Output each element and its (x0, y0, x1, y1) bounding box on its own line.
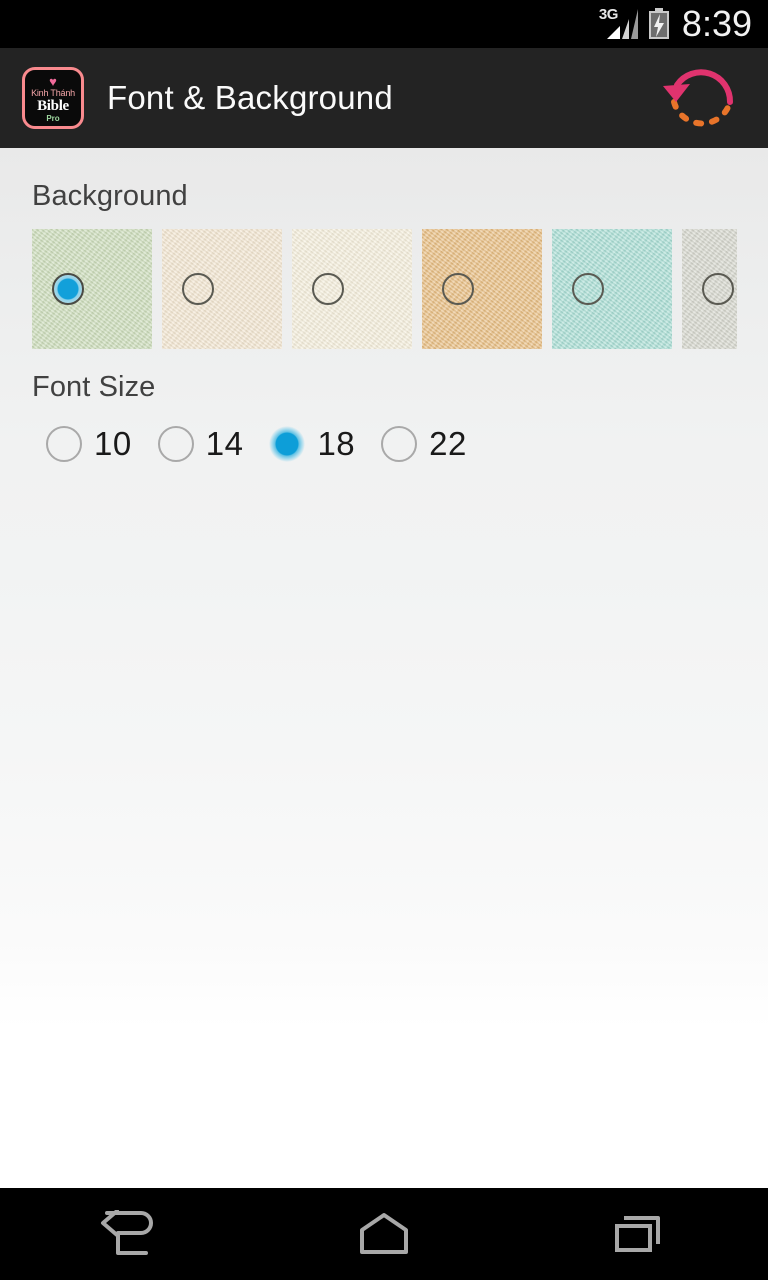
nav-back-button[interactable] (0, 1188, 256, 1280)
swatch-radio-3[interactable] (442, 273, 474, 305)
font-size-option-14[interactable]: 14 (157, 425, 244, 463)
font-size-option-22[interactable]: 22 (381, 425, 467, 463)
background-swatch-row (0, 229, 768, 349)
font-size-label-18: 18 (317, 425, 356, 462)
action-bar: ♥ Kinh Thánh Bible Pro Font & Background (0, 48, 768, 148)
font-size-radio-10[interactable] (46, 426, 82, 462)
reset-defaults-button[interactable] (660, 56, 744, 140)
page-title: Font & Background (107, 79, 393, 116)
font-size-radio-22[interactable] (381, 426, 418, 462)
font-size-label-22: 22 (429, 425, 467, 462)
font-size-radio-18[interactable] (269, 426, 306, 462)
status-bar-right-cluster: 3G 8:39 (599, 6, 752, 42)
status-bar-clock: 8:39 (681, 3, 752, 44)
swatch-radio-2[interactable] (312, 273, 344, 305)
font-size-option-18[interactable]: 18 (269, 425, 355, 463)
font-size-label-14: 14 (205, 425, 244, 462)
system-navigation-bar (0, 1188, 768, 1280)
recent-apps-icon (615, 1216, 660, 1252)
font-size-label-10: 10 (94, 425, 132, 462)
app-logo-line-kinh-thanh: Kinh Thánh (31, 87, 75, 98)
heart-icon: ♥ (49, 73, 57, 89)
swatch-radio-1[interactable] (182, 273, 214, 305)
swatch-radio-5[interactable] (702, 273, 734, 305)
signal-bars-glyph (606, 9, 638, 39)
refresh-reset-icon (663, 69, 734, 127)
back-arrow-icon (101, 1210, 153, 1255)
phone-screen: 3G 8:39 ♥ Kinh Thánh Bible Pro Font & Ba… (0, 0, 768, 1280)
swatch-cream[interactable] (292, 229, 412, 349)
swatch-tan[interactable] (422, 229, 542, 349)
swatch-radio-0[interactable] (52, 273, 84, 305)
signal-bars-icon: 3G (599, 6, 639, 41)
font-size-radio-14[interactable] (157, 426, 194, 462)
nav-home-button[interactable] (256, 1188, 512, 1280)
font-size-section-label: Font Size (32, 371, 156, 403)
app-logo-line-bible: Bible (37, 97, 69, 114)
status-bar: 3G 8:39 (0, 0, 768, 48)
swatch-gray[interactable] (682, 229, 737, 349)
nav-recents-button[interactable] (512, 1188, 768, 1280)
font-size-radio-group: 10 14 18 22 (0, 420, 768, 468)
app-logo-icon[interactable]: ♥ Kinh Thánh Bible Pro (22, 67, 84, 129)
settings-content: Background Font Size 10 14 18 22 (0, 148, 768, 1188)
swatch-beige[interactable] (162, 229, 282, 349)
swatch-teal[interactable] (552, 229, 672, 349)
battery-charging-icon (648, 8, 669, 39)
app-logo-line-pro: Pro (46, 113, 60, 123)
swatch-radio-4[interactable] (572, 273, 604, 305)
background-section-label: Background (32, 180, 188, 212)
home-icon (360, 1213, 408, 1254)
swatch-green[interactable] (32, 229, 152, 349)
font-size-option-10[interactable]: 10 (46, 425, 132, 463)
background-swatch-scroller[interactable] (0, 229, 768, 349)
